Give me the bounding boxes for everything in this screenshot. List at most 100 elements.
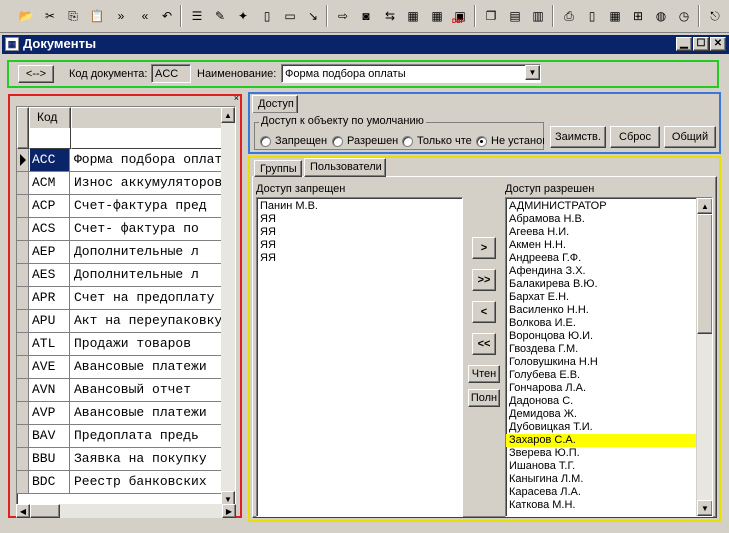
transfer-icon[interactable]: ⇆ xyxy=(381,7,399,25)
scroll-left-icon[interactable]: ◀ xyxy=(16,504,30,518)
reset-button[interactable]: Сброс xyxy=(610,126,660,148)
grid-hscroll[interactable]: ◀ ▶ xyxy=(16,504,236,518)
doc-icon[interactable]: ▭ xyxy=(281,7,299,25)
open-folder-icon[interactable]: 📂 xyxy=(17,7,35,25)
list-item[interactable]: Акмен Н.Н. xyxy=(506,239,696,252)
list-item[interactable]: Карасева Л.А. xyxy=(506,486,696,499)
list-item[interactable]: Захаров С.А. xyxy=(506,434,696,447)
list-item[interactable]: Зверева Ю.П. xyxy=(506,447,696,460)
excel-icon[interactable]: ▦ xyxy=(404,7,422,25)
move-one-right-button[interactable]: > xyxy=(472,237,496,259)
dbf-icon[interactable]: ▣ DBF xyxy=(451,7,469,25)
undo-icon[interactable]: ↶ xyxy=(158,7,176,25)
calculator-icon[interactable]: ⊞ xyxy=(629,7,647,25)
list-item[interactable]: Воронцова Ю.И. xyxy=(506,330,696,343)
table-row[interactable]: ACP Счет-фактура пред xyxy=(17,195,235,218)
list-item[interactable]: Волкова И.Е. xyxy=(506,317,696,330)
new-doc-icon[interactable]: ▯ xyxy=(258,7,276,25)
scroll-up-icon[interactable]: ▲ xyxy=(697,198,712,214)
table-row[interactable]: AEP Дополнительные л xyxy=(17,241,235,264)
split-v-icon[interactable]: ▥ xyxy=(529,7,547,25)
page-icon[interactable]: ▯ xyxy=(583,7,601,25)
list-item[interactable]: Агеева Н.И. xyxy=(506,226,696,239)
table-row[interactable]: ACC Форма подбора оплаты xyxy=(17,149,235,172)
table-row[interactable]: AVN Авансовый отчет xyxy=(17,379,235,402)
list-item[interactable]: Дубовицкая Т.И. xyxy=(506,421,696,434)
read-access-button[interactable]: Чтен xyxy=(468,365,500,383)
grid-vscroll[interactable]: ▲ ▼ xyxy=(221,107,235,505)
move-all-left-button[interactable]: << xyxy=(472,333,496,355)
list-item[interactable]: Ишанова Т.Г. xyxy=(506,460,696,473)
allowed-list[interactable]: АДМИНИСТРАТОР Абрамова Н.В. Агеева Н.И. Акм… xyxy=(505,197,713,517)
tab-access[interactable]: Доступ xyxy=(252,95,298,113)
close-button[interactable]: ✕ xyxy=(710,37,726,51)
list-item[interactable]: Головушкина Н.Н xyxy=(506,356,696,369)
table-row[interactable]: AVP Авансовые платежи xyxy=(17,402,235,425)
list-item[interactable]: ЯЯ xyxy=(257,239,462,252)
scroll-right-icon[interactable]: ▶ xyxy=(222,504,236,518)
scroll-up-icon[interactable]: ▲ xyxy=(221,107,235,123)
panel-close-icon[interactable]: × xyxy=(234,93,239,103)
radio-3[interactable]: Не установлен xyxy=(476,135,544,149)
maximize-button[interactable]: ☐ xyxy=(693,37,709,51)
list-item[interactable]: Андреева Г.Ф. xyxy=(506,252,696,265)
table-row[interactable]: BAV Предоплата предь xyxy=(17,425,235,448)
rewind-icon[interactable]: « xyxy=(136,7,154,25)
code-field[interactable]: ACC xyxy=(151,64,191,83)
list-item[interactable]: Балакирева В.Ю. xyxy=(506,278,696,291)
list-item[interactable]: Каныгина Л.М. xyxy=(506,473,696,486)
table-row[interactable]: ATL Продажи товаров xyxy=(17,333,235,356)
list-item[interactable]: Панин М.В. xyxy=(257,200,462,213)
table-row[interactable]: APU Акт на переупаковку xyxy=(17,310,235,333)
table-row[interactable]: BDC Реестр банковских xyxy=(17,471,235,494)
table-row[interactable]: ACM Износ аккумуляторов xyxy=(17,172,235,195)
chevron-down-icon[interactable]: ▼ xyxy=(525,65,540,80)
split-h-icon[interactable]: ▤ xyxy=(506,7,524,25)
db-icon[interactable]: ◙ xyxy=(357,7,375,25)
tab-users[interactable]: Пользователи xyxy=(304,158,386,177)
list-item[interactable]: АДМИНИСТРАТОР xyxy=(506,200,696,213)
list-item[interactable]: Гончарова Л.А. xyxy=(506,382,696,395)
name-combobox[interactable]: Форма подбора оплаты ▼ xyxy=(281,64,541,83)
full-access-button[interactable]: Полн xyxy=(468,389,500,407)
arrow-icon[interactable]: ↘ xyxy=(304,7,322,25)
list-item[interactable]: Демидова Ж. xyxy=(506,408,696,421)
list-item[interactable]: ЯЯ xyxy=(257,213,462,226)
list-icon[interactable]: ☰ xyxy=(188,7,206,25)
copy-icon[interactable]: ⎘ xyxy=(64,7,82,25)
exit-icon[interactable]: ⎋ xyxy=(706,7,724,25)
list-item[interactable]: Каткова М.Н. xyxy=(506,499,696,512)
table-row[interactable]: AVE Авансовые платежи xyxy=(17,356,235,379)
windows-icon[interactable]: ❐ xyxy=(482,7,500,25)
pin-icon[interactable]: ✎ xyxy=(211,7,229,25)
list-item[interactable]: Голубева Е.В. xyxy=(506,369,696,382)
radio-2[interactable]: Только чтение xyxy=(402,135,472,149)
cut-icon[interactable]: ✂ xyxy=(41,7,59,25)
export-icon[interactable]: ⇨ xyxy=(334,7,352,25)
excel2-icon[interactable]: ▦ xyxy=(428,7,446,25)
clock-icon[interactable]: ◷ xyxy=(675,7,693,25)
list-item[interactable]: Бархат Е.Н. xyxy=(506,291,696,304)
table-row[interactable]: APR Счет на предоплату xyxy=(17,287,235,310)
paste-icon[interactable]: 📋 xyxy=(88,7,106,25)
table-row[interactable]: ACS Счет- фактура по xyxy=(17,218,235,241)
fast-forward-icon[interactable]: » xyxy=(112,7,130,25)
globe-icon[interactable]: ◍ xyxy=(652,7,670,25)
wizard-icon[interactable]: ✦ xyxy=(234,7,252,25)
list-item[interactable]: Гвоздева Г.М. xyxy=(506,343,696,356)
list-item[interactable]: Дадонова С. xyxy=(506,395,696,408)
grid-header-code[interactable]: Код xyxy=(29,107,71,149)
table-row[interactable]: BBU Заявка на покупку xyxy=(17,448,235,471)
allowed-vscroll[interactable]: ▲ ▼ xyxy=(696,198,712,516)
minimize-button[interactable]: ▁ xyxy=(676,37,692,51)
list-item[interactable]: Абрамова Н.В. xyxy=(506,213,696,226)
swap-button[interactable]: <--> xyxy=(18,65,54,83)
list-item[interactable]: ЯЯ xyxy=(257,226,462,239)
tab-groups[interactable]: Группы xyxy=(254,160,302,177)
common-button[interactable]: Общий xyxy=(664,126,716,148)
denied-list[interactable]: Панин М.В. ЯЯ ЯЯ ЯЯ ЯЯ xyxy=(256,197,463,517)
print-icon[interactable]: ⎙ xyxy=(560,7,578,25)
list-item[interactable]: ЯЯ xyxy=(257,252,462,265)
list-item[interactable]: Василенко Н.Н. xyxy=(506,304,696,317)
move-one-left-button[interactable]: < xyxy=(472,301,496,323)
